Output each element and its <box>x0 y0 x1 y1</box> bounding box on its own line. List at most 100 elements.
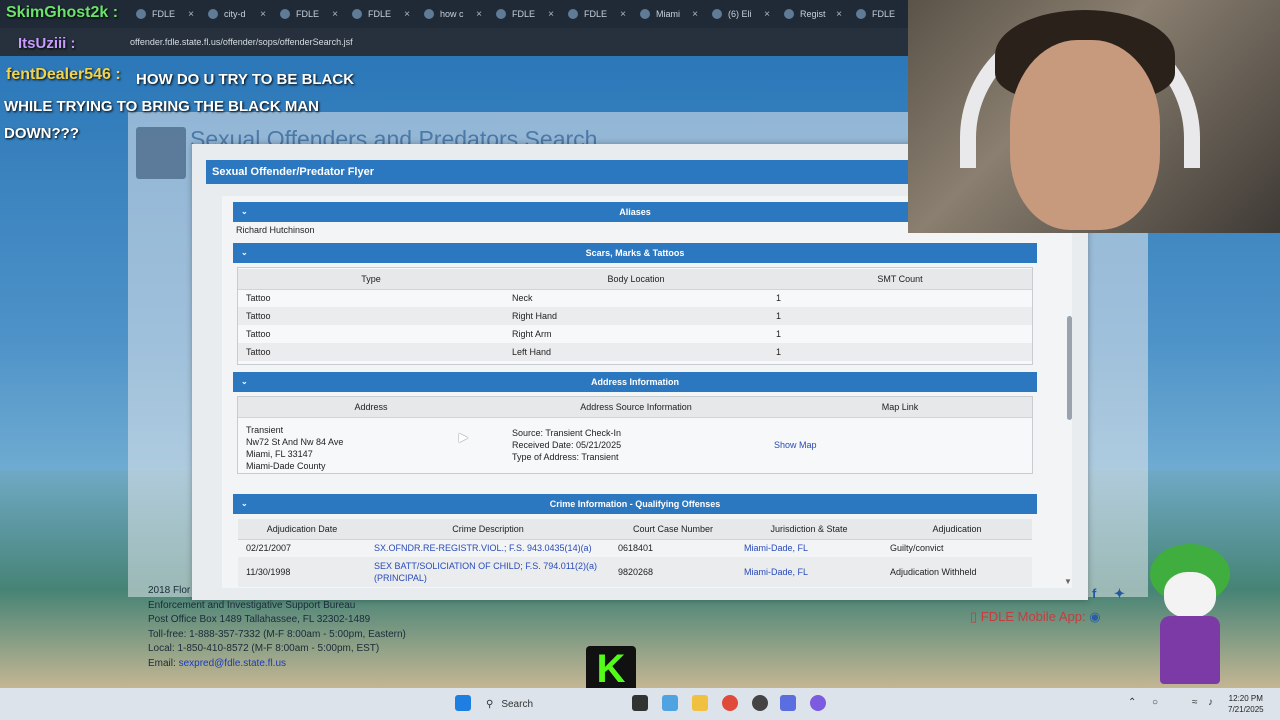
email-label: Email: <box>148 657 176 669</box>
tab-label: FDLE <box>368 9 392 19</box>
address-cell: Transient Nw72 St And Nw 84 Ave Miami, F… <box>238 417 504 472</box>
adjudication: Guilty/convict <box>890 543 944 554</box>
wifi-icon[interactable]: ≈ <box>1192 697 1198 708</box>
facebook-icon[interactable]: f <box>1092 586 1096 601</box>
scrollbar-thumb[interactable] <box>1067 316 1072 420</box>
adjudication-date: 02/21/2007 <box>246 543 292 554</box>
favicon-icon <box>280 9 290 19</box>
section-crime-header[interactable]: ⌄ Crime Information - Qualifying Offense… <box>233 494 1037 514</box>
browser-tab[interactable]: FDLE × <box>562 3 632 25</box>
close-icon[interactable]: × <box>764 9 770 20</box>
show-map-link[interactable]: Show Map <box>774 440 817 450</box>
browser-tab[interactable]: (6) Eli × <box>706 3 776 25</box>
crime-description-link[interactable]: SX.OFNDR.RE-REGISTR.VIOL.; F.S. 943.0435… <box>374 543 592 553</box>
taskbar-search[interactable]: ⚲ Search <box>480 694 590 714</box>
tab-label: how c <box>440 9 464 19</box>
mobile-app-label: ▯ FDLE Mobile App: ◉ <box>970 609 1101 625</box>
column-header: Type <box>238 269 504 290</box>
task-view-icon[interactable] <box>632 695 648 711</box>
crime-description-link[interactable]: SEX BATT/SOLICIATION OF CHILD; F.S. 794.… <box>374 561 597 583</box>
file-explorer-icon[interactable] <box>692 695 708 711</box>
favicon-icon <box>352 9 362 19</box>
scroll-down-arrow-icon[interactable]: ▼ <box>1064 577 1072 586</box>
twitter-icon[interactable]: ✦ <box>1114 586 1125 602</box>
search-label: Search <box>501 698 534 710</box>
favicon-icon <box>712 9 722 19</box>
copilot-icon[interactable] <box>662 695 678 711</box>
court-case-number: 9820268 <box>610 557 736 587</box>
tab-label: FDLE <box>296 9 320 19</box>
favicon-icon <box>208 9 218 19</box>
section-address-header[interactable]: ⌄ Address Information <box>233 372 1037 392</box>
browser-tab[interactable]: how c × <box>418 3 488 25</box>
browser-tab[interactable]: FDLE × <box>490 3 560 25</box>
chat-message-line: WHILE TRYING TO BRING THE BLACK MAN <box>4 98 319 115</box>
browser-tab[interactable]: Regist × <box>778 3 848 25</box>
email-link[interactable]: sexpred@fdle.state.fl.us <box>179 658 286 669</box>
browser-tab[interactable]: FDLE × <box>130 3 200 25</box>
chat-username: ItsUziii : <box>18 35 76 52</box>
jurisdiction-link[interactable]: Miami-Dade, FL <box>744 543 808 553</box>
section-smt-header[interactable]: ⌄ Scars, Marks & Tattoos <box>233 243 1037 263</box>
footer-line: Local: 1-850-410-8572 (M-F 8:00am - 5:00… <box>148 643 380 654</box>
chevron-down-icon: ⌄ <box>241 207 248 216</box>
smt-count: 1 <box>768 307 1032 325</box>
close-icon[interactable]: × <box>260 9 266 20</box>
app-icon[interactable] <box>752 695 768 711</box>
tab-label: FDLE <box>512 9 536 19</box>
tab-label: FDLE <box>152 9 176 19</box>
clock[interactable]: 12:20 PM 7/21/2025 <box>1228 693 1264 715</box>
crime-description-cell: SEX BATT/SOLICIATION OF CHILD; F.S. 794.… <box>366 557 610 587</box>
close-icon[interactable]: × <box>476 9 482 20</box>
browser-tab[interactable]: FDLE × <box>346 3 416 25</box>
favicon-icon <box>640 9 650 19</box>
volume-icon[interactable]: ♪ <box>1208 697 1213 708</box>
footer-line: 2018 Flor <box>148 585 191 596</box>
network-icon[interactable]: ○ <box>1152 697 1158 708</box>
close-icon[interactable]: × <box>836 9 842 20</box>
column-header: Body Location <box>504 269 768 290</box>
column-header: Adjudication <box>882 519 1032 540</box>
close-icon[interactable]: × <box>692 9 698 20</box>
close-icon[interactable]: × <box>332 9 338 20</box>
source-line: Source: Transient Check-In <box>512 427 622 438</box>
favicon-icon <box>856 9 866 19</box>
source-line: Type of Address: Transient <box>512 451 619 462</box>
source-line: Received Date: 05/21/2025 <box>512 439 622 450</box>
column-header: Crime Description <box>366 519 610 540</box>
discord-icon[interactable] <box>810 695 826 711</box>
footer-line: Post Office Box 1489 Tallahassee, FL 323… <box>148 614 371 625</box>
crime-description-line: SEX BATT/SOLICIATION OF CHILD; F.S. 794.… <box>374 561 598 571</box>
address-source-cell: Source: Transient Check-In Received Date… <box>504 417 768 472</box>
smt-type: Tattoo <box>238 343 504 361</box>
mail-icon[interactable] <box>780 695 796 711</box>
jurisdiction-link[interactable]: Miami-Dade, FL <box>744 567 808 577</box>
browser-tab[interactable]: FDLE × <box>274 3 344 25</box>
browser-tab[interactable]: city-d × <box>202 3 272 25</box>
url-text[interactable]: offender.fdle.state.fl.us/offender/sops/… <box>130 37 353 47</box>
close-icon[interactable]: × <box>188 9 194 20</box>
favicon-icon <box>424 9 434 19</box>
close-icon[interactable]: × <box>620 9 626 20</box>
close-icon[interactable]: × <box>548 9 554 20</box>
footer-email-line: Email: sexpred@fdle.state.fl.us <box>148 657 406 672</box>
smt-table: Type Body Location SMT Count Tattoo Neck… <box>238 269 1032 361</box>
windows-start-icon[interactable] <box>455 695 471 711</box>
table-row: Tattoo Right Hand 1 <box>238 307 1032 325</box>
tray-chevron-icon[interactable]: ⌃ <box>1128 697 1136 708</box>
chrome-icon[interactable] <box>722 695 738 711</box>
footer-contact: 2018 Flor Enforcement and Investigative … <box>148 584 406 671</box>
android-icon[interactable]: ◉ <box>1089 609 1100 624</box>
browser-tab[interactable]: Miami × <box>634 3 704 25</box>
close-icon[interactable]: × <box>404 9 410 20</box>
tab-label: Regist <box>800 9 826 19</box>
smt-type: Tattoo <box>246 329 271 339</box>
chat-username: fentDealer546 : <box>6 66 121 83</box>
jurisdiction-cell: Miami-Dade, FL <box>736 539 882 557</box>
table-row: Tattoo Right Arm 1 <box>238 325 1032 343</box>
adjudication: Adjudication Withheld <box>882 557 1032 587</box>
streamer-face <box>1010 40 1160 230</box>
jurisdiction-cell: Miami-Dade, FL <box>736 557 882 587</box>
footer-line: Enforcement and Investigative Support Bu… <box>148 599 356 611</box>
smt-location: Neck <box>512 293 533 304</box>
